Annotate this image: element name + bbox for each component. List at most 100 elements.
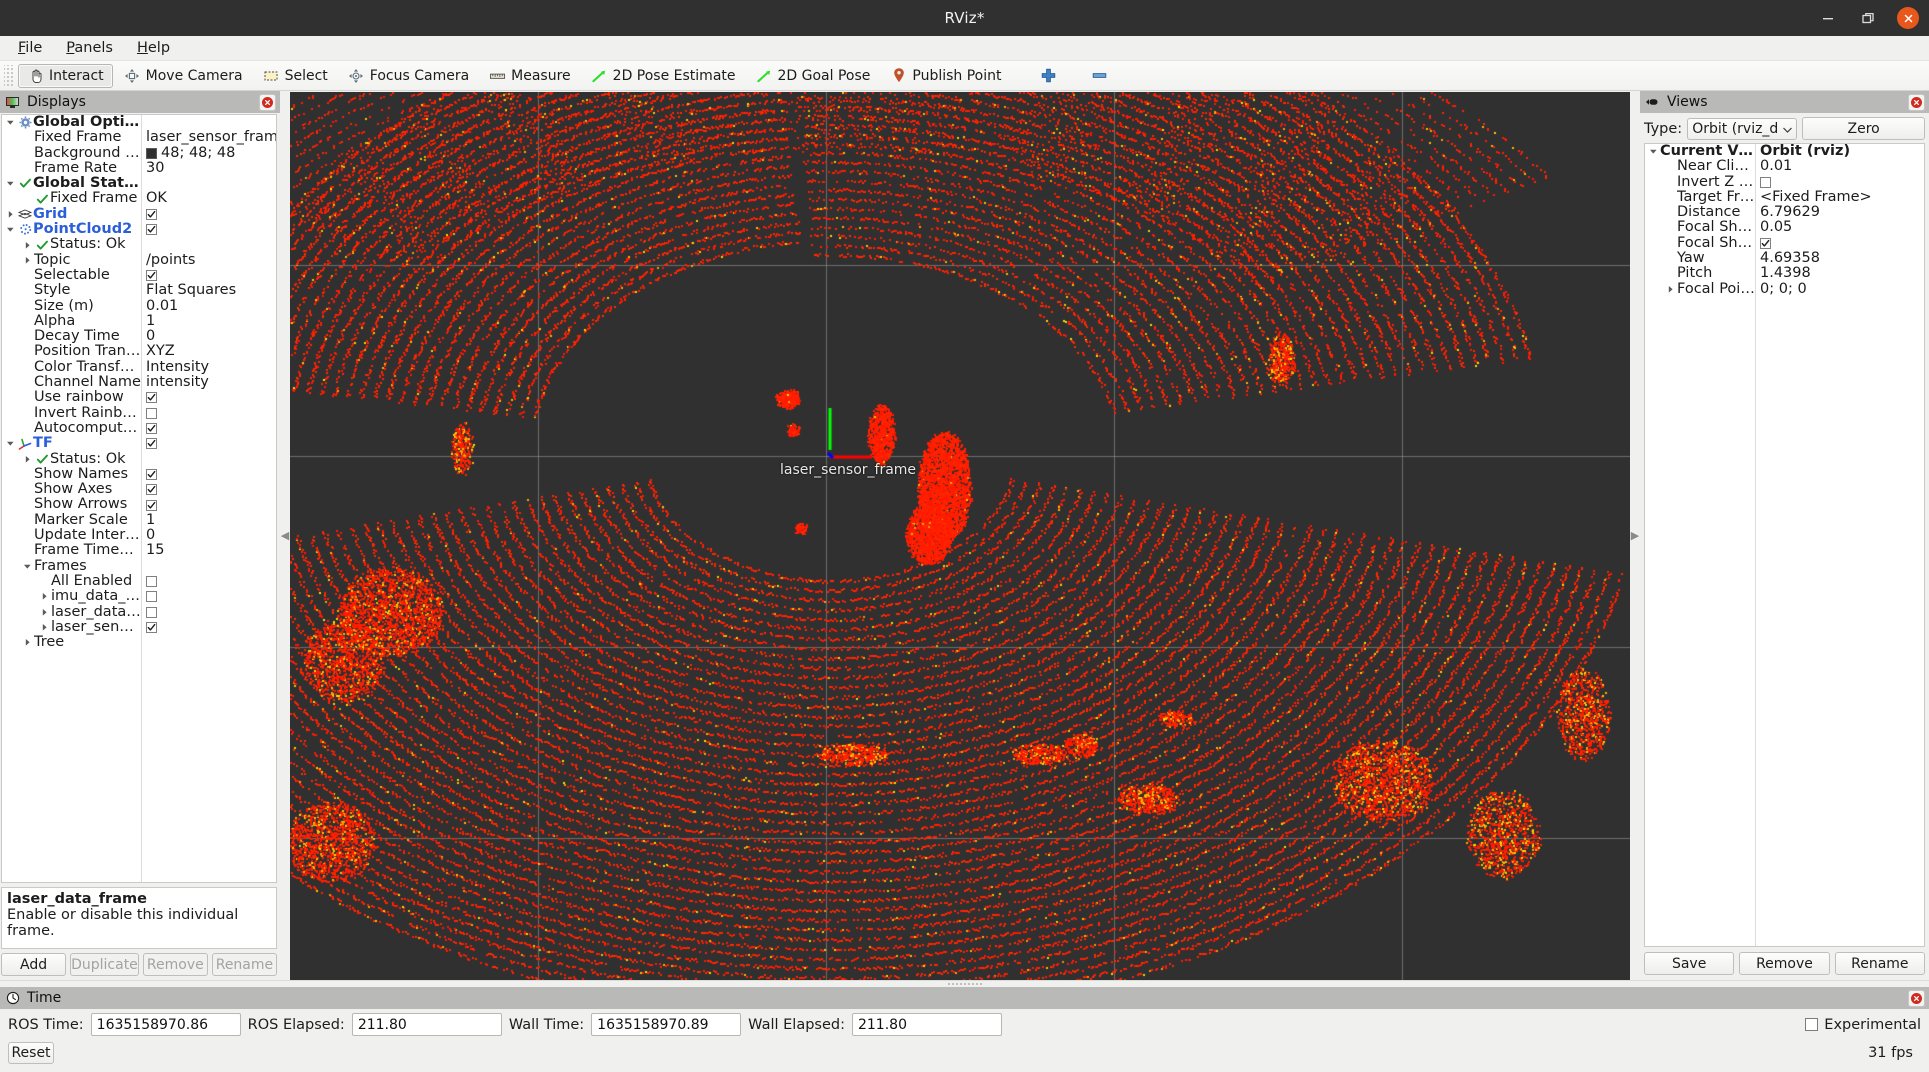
zero-button[interactable]: Zero [1802,117,1925,140]
tree-row-value[interactable]: 1 [141,513,276,528]
tree-row-value[interactable] [141,423,276,435]
tree-row-value[interactable]: Intensity [141,360,276,375]
tree-row[interactable]: Current View Orbit (rviz) [1645,144,1924,159]
tree-row[interactable]: Position Transf... XYZ [2,344,276,359]
tree-row[interactable]: Frame Timeout 15 [2,543,276,558]
tree-row-checkbox[interactable] [146,576,157,588]
tree-row-checkbox[interactable] [146,606,157,618]
ros-time-input[interactable]: 1635158970.86 [90,1013,241,1036]
tree-row[interactable]: Show Arrows [2,497,276,512]
tree-row-value[interactable]: <Fixed Frame> [1755,190,1924,205]
toolbar-drag-handle[interactable] [4,64,13,87]
chevron-down-icon[interactable] [1647,147,1660,156]
time-panel-close-button[interactable] [1908,989,1925,1007]
tree-row[interactable]: Status: Ok [2,452,276,467]
tree-row[interactable]: Selectable [2,268,276,283]
wall-time-input[interactable]: 1635158970.89 [591,1013,742,1036]
tree-row-value[interactable]: 1 [141,314,276,329]
views-panel-close-button[interactable] [1908,93,1925,111]
tree-row-checkbox[interactable] [146,224,157,236]
tree-row[interactable]: Status: Ok [2,237,276,252]
tree-row[interactable]: Frame Rate 30 [2,161,276,176]
tree-row-checkbox[interactable] [1760,237,1771,249]
tree-row[interactable]: Size (m) 0.01 [2,299,276,314]
tree-row-value[interactable]: 0 [141,528,276,543]
tree-row[interactable]: Invert Rainbow [2,406,276,421]
tree-row-checkbox[interactable] [146,407,157,419]
tree-row-value[interactable]: OK [141,191,276,206]
tree-row[interactable]: Use rainbow [2,390,276,405]
tree-row-checkbox[interactable] [146,468,157,480]
chevron-right-icon[interactable] [21,638,34,647]
tool-publish-point[interactable]: Publish Point [881,64,1010,88]
tree-row[interactable]: Target Fra... <Fixed Frame> [1645,190,1924,205]
tree-row-value[interactable]: 15 [141,543,276,558]
tree-row-value[interactable] [141,392,276,404]
wall-elapsed-input[interactable]: 211.80 [851,1013,1002,1036]
tree-row-value[interactable] [141,468,276,480]
tree-row[interactable]: TF [2,436,276,451]
view-type-select[interactable]: Orbit (rviz_defau [1687,117,1798,140]
tree-row-value[interactable]: 6.79629 [1755,205,1924,220]
tree-row-value[interactable]: laser_sensor_frame [141,130,276,145]
tree-row[interactable]: Fixed Frame OK [2,191,276,206]
tree-row[interactable]: Grid [2,207,276,222]
displays-tree[interactable]: Global OptionsFixed Framelaser_sensor_fr… [1,114,277,883]
tree-row-value[interactable] [141,438,276,450]
tool-move-camera[interactable]: Move Camera [115,64,252,88]
tree-row[interactable]: Yaw 4.69358 [1645,251,1924,266]
tree-row-checkbox[interactable] [146,423,157,435]
menu-help[interactable]: Help [127,38,180,58]
add-button[interactable]: Add [1,953,67,976]
tree-row[interactable]: Global Status: Ok [2,176,276,191]
tree-row[interactable]: Update Interval 0 [2,528,276,543]
tree-row-value[interactable]: 0; 0; 0 [1755,282,1924,297]
color-swatch[interactable] [146,147,157,159]
tree-row[interactable]: Fixed Frame laser_sensor_frame [2,130,276,145]
tree-row-value[interactable] [141,591,276,603]
tree-row[interactable]: All Enabled [2,574,276,589]
tree-row-value[interactable]: intensity [141,375,276,390]
tree-row-checkbox[interactable] [146,208,157,220]
chevron-right-icon[interactable] [38,608,51,617]
chevron-down-icon[interactable] [4,439,17,448]
tree-row[interactable]: Show Axes [2,482,276,497]
tool-2d-goal-pose[interactable]: 2D Goal Pose [747,64,880,88]
tool-select[interactable]: Select [254,64,337,88]
tool-2d-pose-estimate[interactable]: 2D Pose Estimate [582,64,745,88]
chevron-right-icon[interactable] [1664,285,1677,294]
left-splitter[interactable]: ◀ [280,91,290,980]
tree-row[interactable]: Marker Scale 1 [2,513,276,528]
tree-row-value[interactable] [141,208,276,220]
tree-row[interactable]: Pitch 1.4398 [1645,266,1924,281]
rename-view-button[interactable]: Rename [1834,952,1925,975]
tool-add[interactable] [1031,64,1066,88]
tree-row[interactable]: PointCloud2 [2,222,276,237]
tree-row-value[interactable] [141,576,276,588]
tree-row-value[interactable]: Orbit (rviz) [1755,144,1924,159]
chevron-right-icon[interactable] [21,256,34,265]
tree-row[interactable]: Background Color 48; 48; 48 [2,146,276,161]
maximize-icon[interactable] [1857,7,1879,29]
tree-row[interactable]: imu_data_fr... [2,589,276,604]
save-view-button[interactable]: Save [1644,952,1735,975]
tree-row-value[interactable] [1755,176,1924,188]
views-tree[interactable]: Current View Orbit (rviz) Near Clip ... 0.0… [1644,143,1925,947]
tree-row[interactable]: Distance 6.79629 [1645,205,1924,220]
chevron-right-icon[interactable] [38,592,51,601]
tree-row[interactable]: Style Flat Squares [2,283,276,298]
menu-panels[interactable]: Panels [56,38,123,58]
tree-row-checkbox[interactable] [146,621,157,633]
tree-row[interactable]: laser_sensor... [2,620,276,635]
tree-row[interactable]: Decay Time 0 [2,329,276,344]
tree-row-checkbox[interactable] [146,392,157,404]
tree-row-checkbox[interactable] [146,591,157,603]
tree-row-value[interactable] [141,270,276,282]
tree-row-value[interactable] [141,407,276,419]
tree-row[interactable]: Color Transfor... Intensity [2,360,276,375]
tool-focus-camera[interactable]: Focus Camera [339,64,478,88]
tree-row-value[interactable]: XYZ [141,344,276,359]
tree-row-checkbox[interactable] [1760,176,1771,188]
tree-row-value[interactable]: 0 [141,329,276,344]
tree-row[interactable]: Near Clip ... 0.01 [1645,159,1924,174]
